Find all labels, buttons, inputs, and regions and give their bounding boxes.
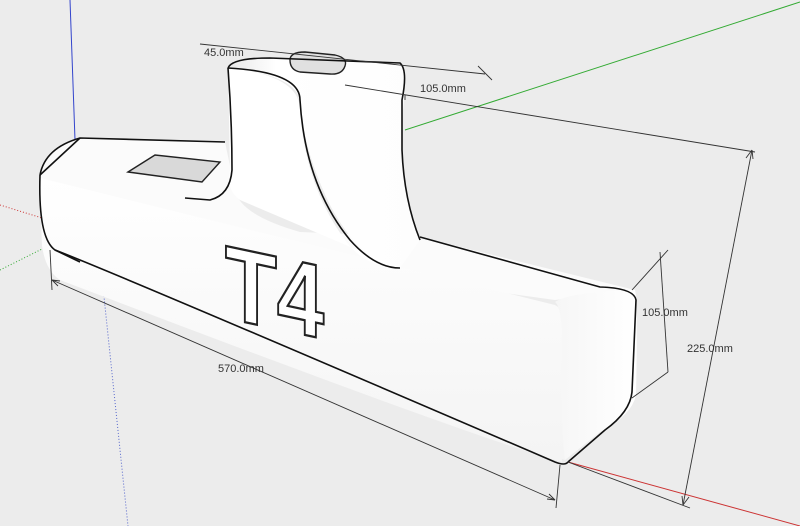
red-axis-dotted [0, 204, 43, 219]
engraved-text: T4 [225, 224, 325, 362]
dim-label-top-depth: 105.0mm [420, 83, 466, 95]
dim-label-total-height: 225.0mm [687, 343, 733, 355]
dim-label-side-height: 105.0mm [642, 307, 688, 319]
dim-label-top-width: 45.0mm [204, 47, 244, 59]
dim-top-width-tick [477, 65, 493, 81]
red-axis [567, 461, 800, 526]
stem-slot [289, 51, 347, 75]
t-handle-model[interactable]: T4 [38, 51, 637, 465]
dim-side-height-ext-bottom [631, 371, 669, 399]
dim-length-ext-right [555, 464, 561, 509]
bar-end-face [555, 290, 637, 460]
dim-top-depth-line [344, 84, 756, 153]
dim-total-height-line [682, 149, 753, 506]
blue-axis [69, 0, 76, 141]
dim-total-height-ext [567, 461, 691, 509]
dim-label-length: 570.0mm [218, 363, 264, 375]
dim-side-height-ext-top [631, 249, 669, 291]
green-axis [404, 1, 800, 131]
modeling-viewport[interactable]: T4 45.0mm 105.0mm 105.0mm 225.0mm 570.0m… [0, 0, 800, 526]
